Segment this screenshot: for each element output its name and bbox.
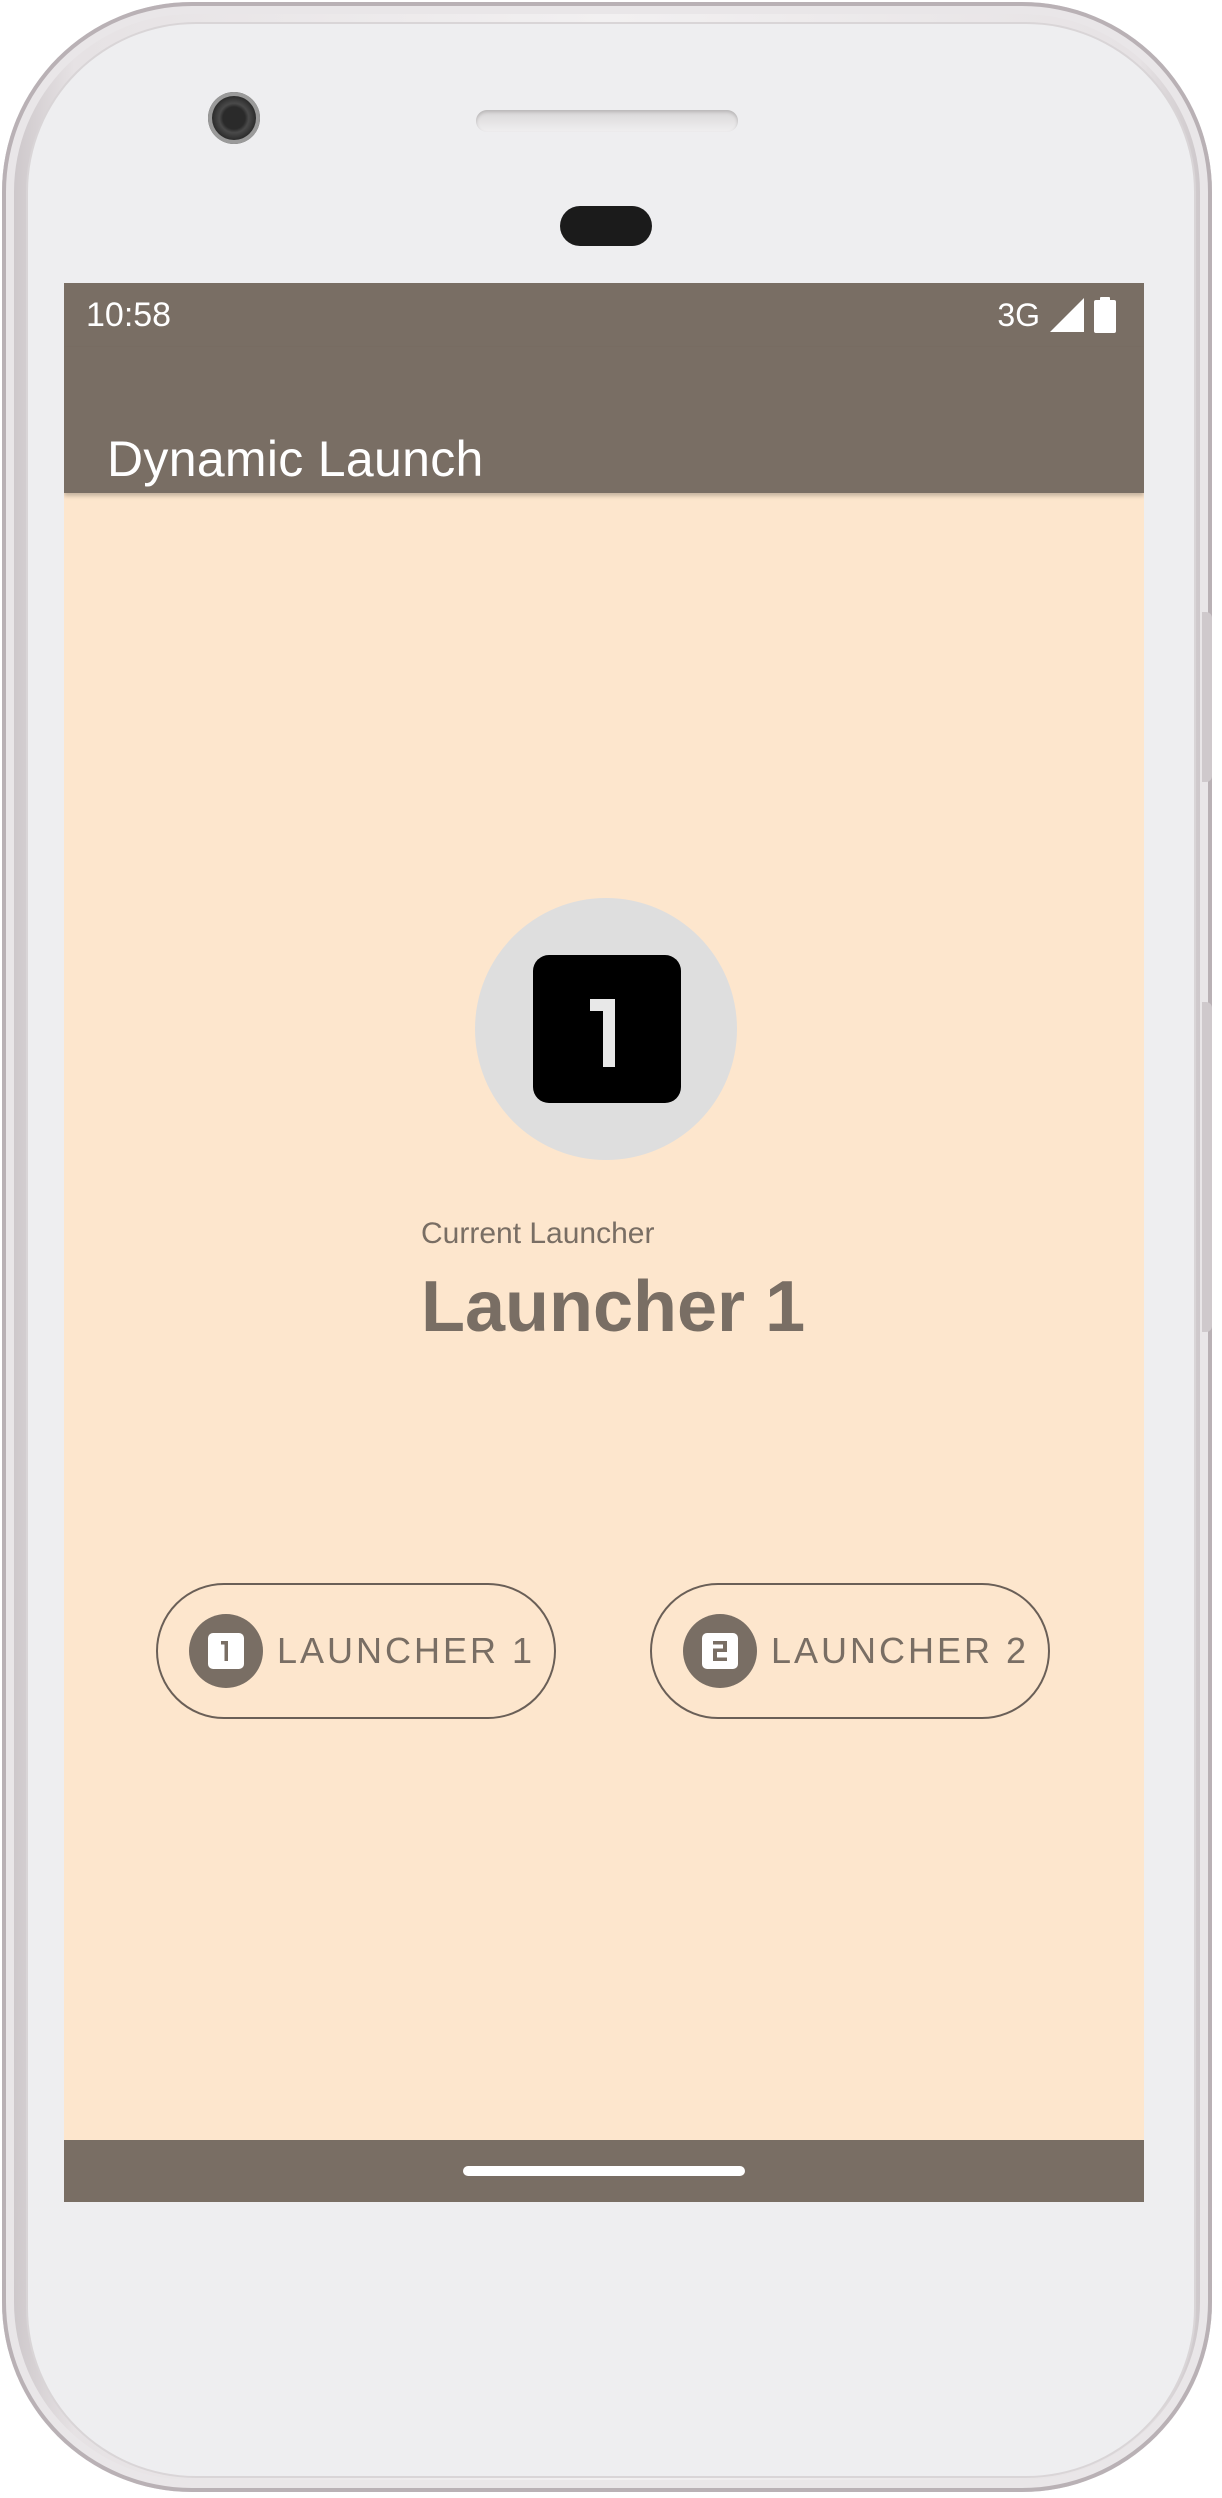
- launcher-1-button-label: LAUNCHER 1: [277, 1630, 536, 1671]
- launcher-1-icon: [189, 1614, 263, 1688]
- launcher-2-icon: [683, 1614, 757, 1688]
- earpiece-speaker: [476, 110, 738, 132]
- home-indicator[interactable]: [463, 2166, 745, 2176]
- status-indicators: 3G: [997, 295, 1116, 335]
- power-button: [1202, 612, 1212, 782]
- volume-button: [1202, 1002, 1212, 1332]
- app-title: Dynamic Launch: [107, 430, 484, 487]
- network-type: 3G: [997, 297, 1040, 333]
- navigation-bar: [64, 2140, 1144, 2202]
- app-bar: Dynamic Launch: [64, 347, 1144, 493]
- launcher-2-button-label: LAUNCHER 2: [771, 1630, 1030, 1671]
- screen: 10:58 3G Dynamic Launch Current Launcher…: [64, 283, 1144, 2202]
- battery-icon: [1094, 297, 1116, 333]
- signal-icon: [1050, 298, 1084, 332]
- current-launcher-badge: [475, 898, 737, 1160]
- current-launcher-value: Launcher 1: [421, 1267, 806, 1347]
- current-launcher-label: Current Launcher: [421, 1217, 655, 1250]
- status-bar: 10:58 3G: [64, 283, 1144, 347]
- launcher-1-icon: [533, 955, 681, 1103]
- status-time: 10:58: [86, 296, 172, 334]
- launcher-1-button[interactable]: LAUNCHER 1: [156, 1583, 556, 1719]
- launcher-2-button[interactable]: LAUNCHER 2: [650, 1583, 1050, 1719]
- proximity-sensor: [560, 206, 652, 246]
- front-camera: [208, 92, 260, 144]
